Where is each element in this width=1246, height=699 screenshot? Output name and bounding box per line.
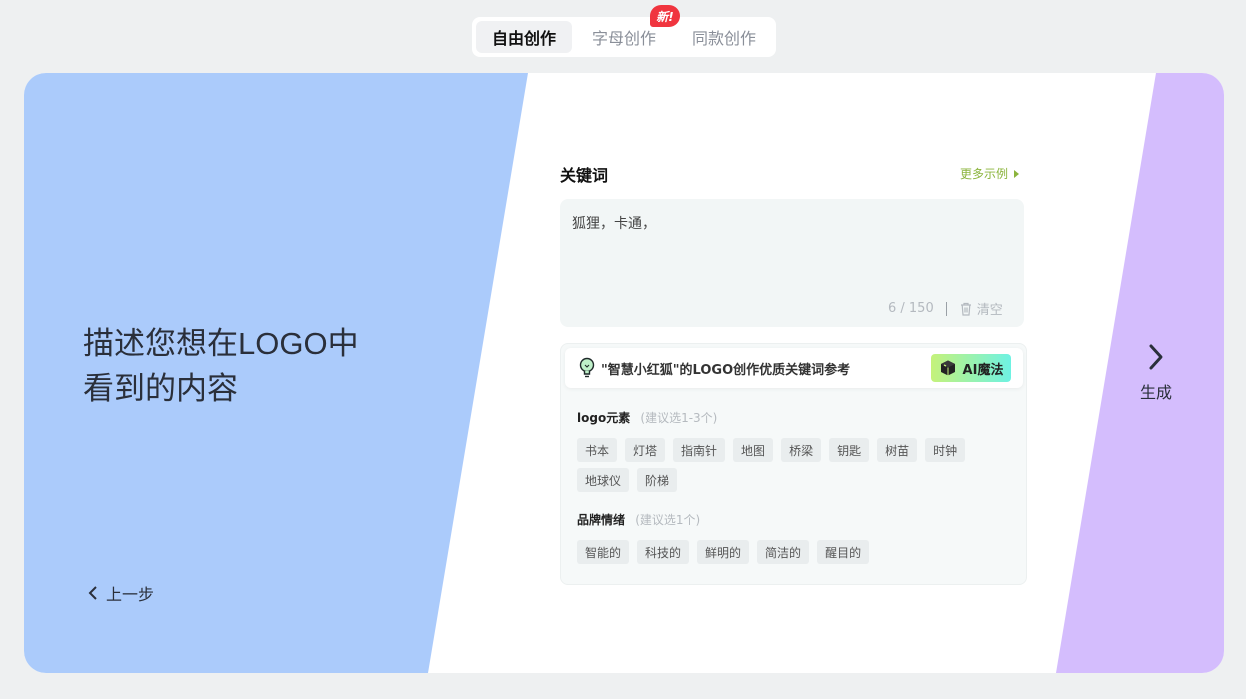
keywords-counter-row: 6 / 150 清空 bbox=[888, 299, 1003, 318]
chip-globe[interactable]: 地球仪 bbox=[577, 468, 630, 492]
previous-step-button[interactable]: 上一步 bbox=[88, 581, 154, 605]
chip-lighthouse[interactable]: 灯塔 bbox=[625, 438, 666, 462]
brand-mood-chips: 智能的 科技的 鲜明的 简洁的 醒目的 bbox=[577, 540, 1017, 570]
chevron-left-icon bbox=[88, 586, 97, 600]
tab-free-creation[interactable]: 自由创作 bbox=[476, 21, 572, 53]
reference-header: "智慧小红狐"的LOGO创作优质关键词参考 AI魔法 bbox=[565, 348, 1023, 388]
chip-key[interactable]: 钥匙 bbox=[829, 438, 870, 462]
brand-mood-label: 品牌情绪 (建议选1个) bbox=[577, 511, 700, 528]
reference-title: "智慧小红狐"的LOGO创作优质关键词参考 bbox=[601, 362, 851, 378]
generate-button[interactable]: 生成 bbox=[1128, 343, 1184, 403]
ai-magic-label: AI魔法 bbox=[962, 362, 1004, 378]
creation-mode-tabs: 自由创作 字母创作 同款创作 新! bbox=[472, 5, 776, 57]
generate-label: 生成 bbox=[1139, 383, 1172, 402]
keyword-reference-panel: "智慧小红狐"的LOGO创作优质关键词参考 AI魔法 logo元素 (建议选1-… bbox=[560, 343, 1027, 585]
previous-step-label: 上一步 bbox=[106, 585, 155, 604]
chip-intelligent[interactable]: 智能的 bbox=[577, 540, 630, 564]
chip-sapling[interactable]: 树苗 bbox=[877, 438, 918, 462]
triangle-right-icon bbox=[1014, 169, 1020, 178]
clear-button[interactable]: 清空 bbox=[959, 299, 1003, 318]
step-heading-line2: 看到的内容 bbox=[83, 371, 238, 406]
logo-elements-chips: 书本 灯塔 指南针 地图 桥梁 钥匙 树苗 时钟 地球仪 阶梯 bbox=[577, 438, 1017, 498]
logo-elements-title: logo元素 bbox=[577, 411, 631, 425]
keywords-title: 关键词 bbox=[560, 166, 609, 185]
chip-book[interactable]: 书本 bbox=[577, 438, 618, 462]
ai-magic-button[interactable]: AI魔法 bbox=[931, 354, 1011, 382]
chip-vivid[interactable]: 鲜明的 bbox=[697, 540, 750, 564]
chip-eye-catching[interactable]: 醒目的 bbox=[817, 540, 870, 564]
chip-bridge[interactable]: 桥梁 bbox=[781, 438, 822, 462]
step-heading: 描述您想在LOGO中 看到的内容 bbox=[83, 321, 403, 411]
keywords-input-value: 狐狸，卡通， bbox=[572, 216, 656, 232]
creation-card: 描述您想在LOGO中 看到的内容 上一步 生成 关键词 更多示例 狐狸，卡通， … bbox=[24, 73, 1224, 673]
tab-same-style-creation[interactable]: 同款创作 bbox=[676, 21, 772, 53]
step-heading-line1: 描述您想在LOGO中 bbox=[83, 326, 359, 361]
chip-compass[interactable]: 指南针 bbox=[673, 438, 726, 462]
more-examples-label: 更多示例 bbox=[960, 167, 1009, 181]
clear-label: 清空 bbox=[976, 303, 1003, 318]
chip-map[interactable]: 地图 bbox=[733, 438, 774, 462]
lightbulb-icon bbox=[579, 357, 595, 378]
logo-elements-label: logo元素 (建议选1-3个) bbox=[577, 409, 717, 426]
trash-icon bbox=[960, 302, 971, 316]
chip-ladder[interactable]: 阶梯 bbox=[637, 468, 678, 492]
chip-simple[interactable]: 简洁的 bbox=[757, 540, 810, 564]
brand-mood-title: 品牌情绪 bbox=[577, 513, 626, 527]
divider bbox=[945, 301, 947, 316]
character-count: 6 / 150 bbox=[888, 301, 934, 316]
chip-clock[interactable]: 时钟 bbox=[925, 438, 966, 462]
magic-cube-icon bbox=[940, 360, 955, 376]
chevron-right-icon bbox=[1149, 344, 1163, 370]
more-examples-link[interactable]: 更多示例 bbox=[960, 165, 1020, 182]
new-badge: 新! bbox=[650, 5, 680, 27]
brand-mood-hint: (建议选1个) bbox=[635, 513, 701, 527]
chip-tech[interactable]: 科技的 bbox=[637, 540, 690, 564]
logo-elements-hint: (建议选1-3个) bbox=[640, 411, 718, 425]
